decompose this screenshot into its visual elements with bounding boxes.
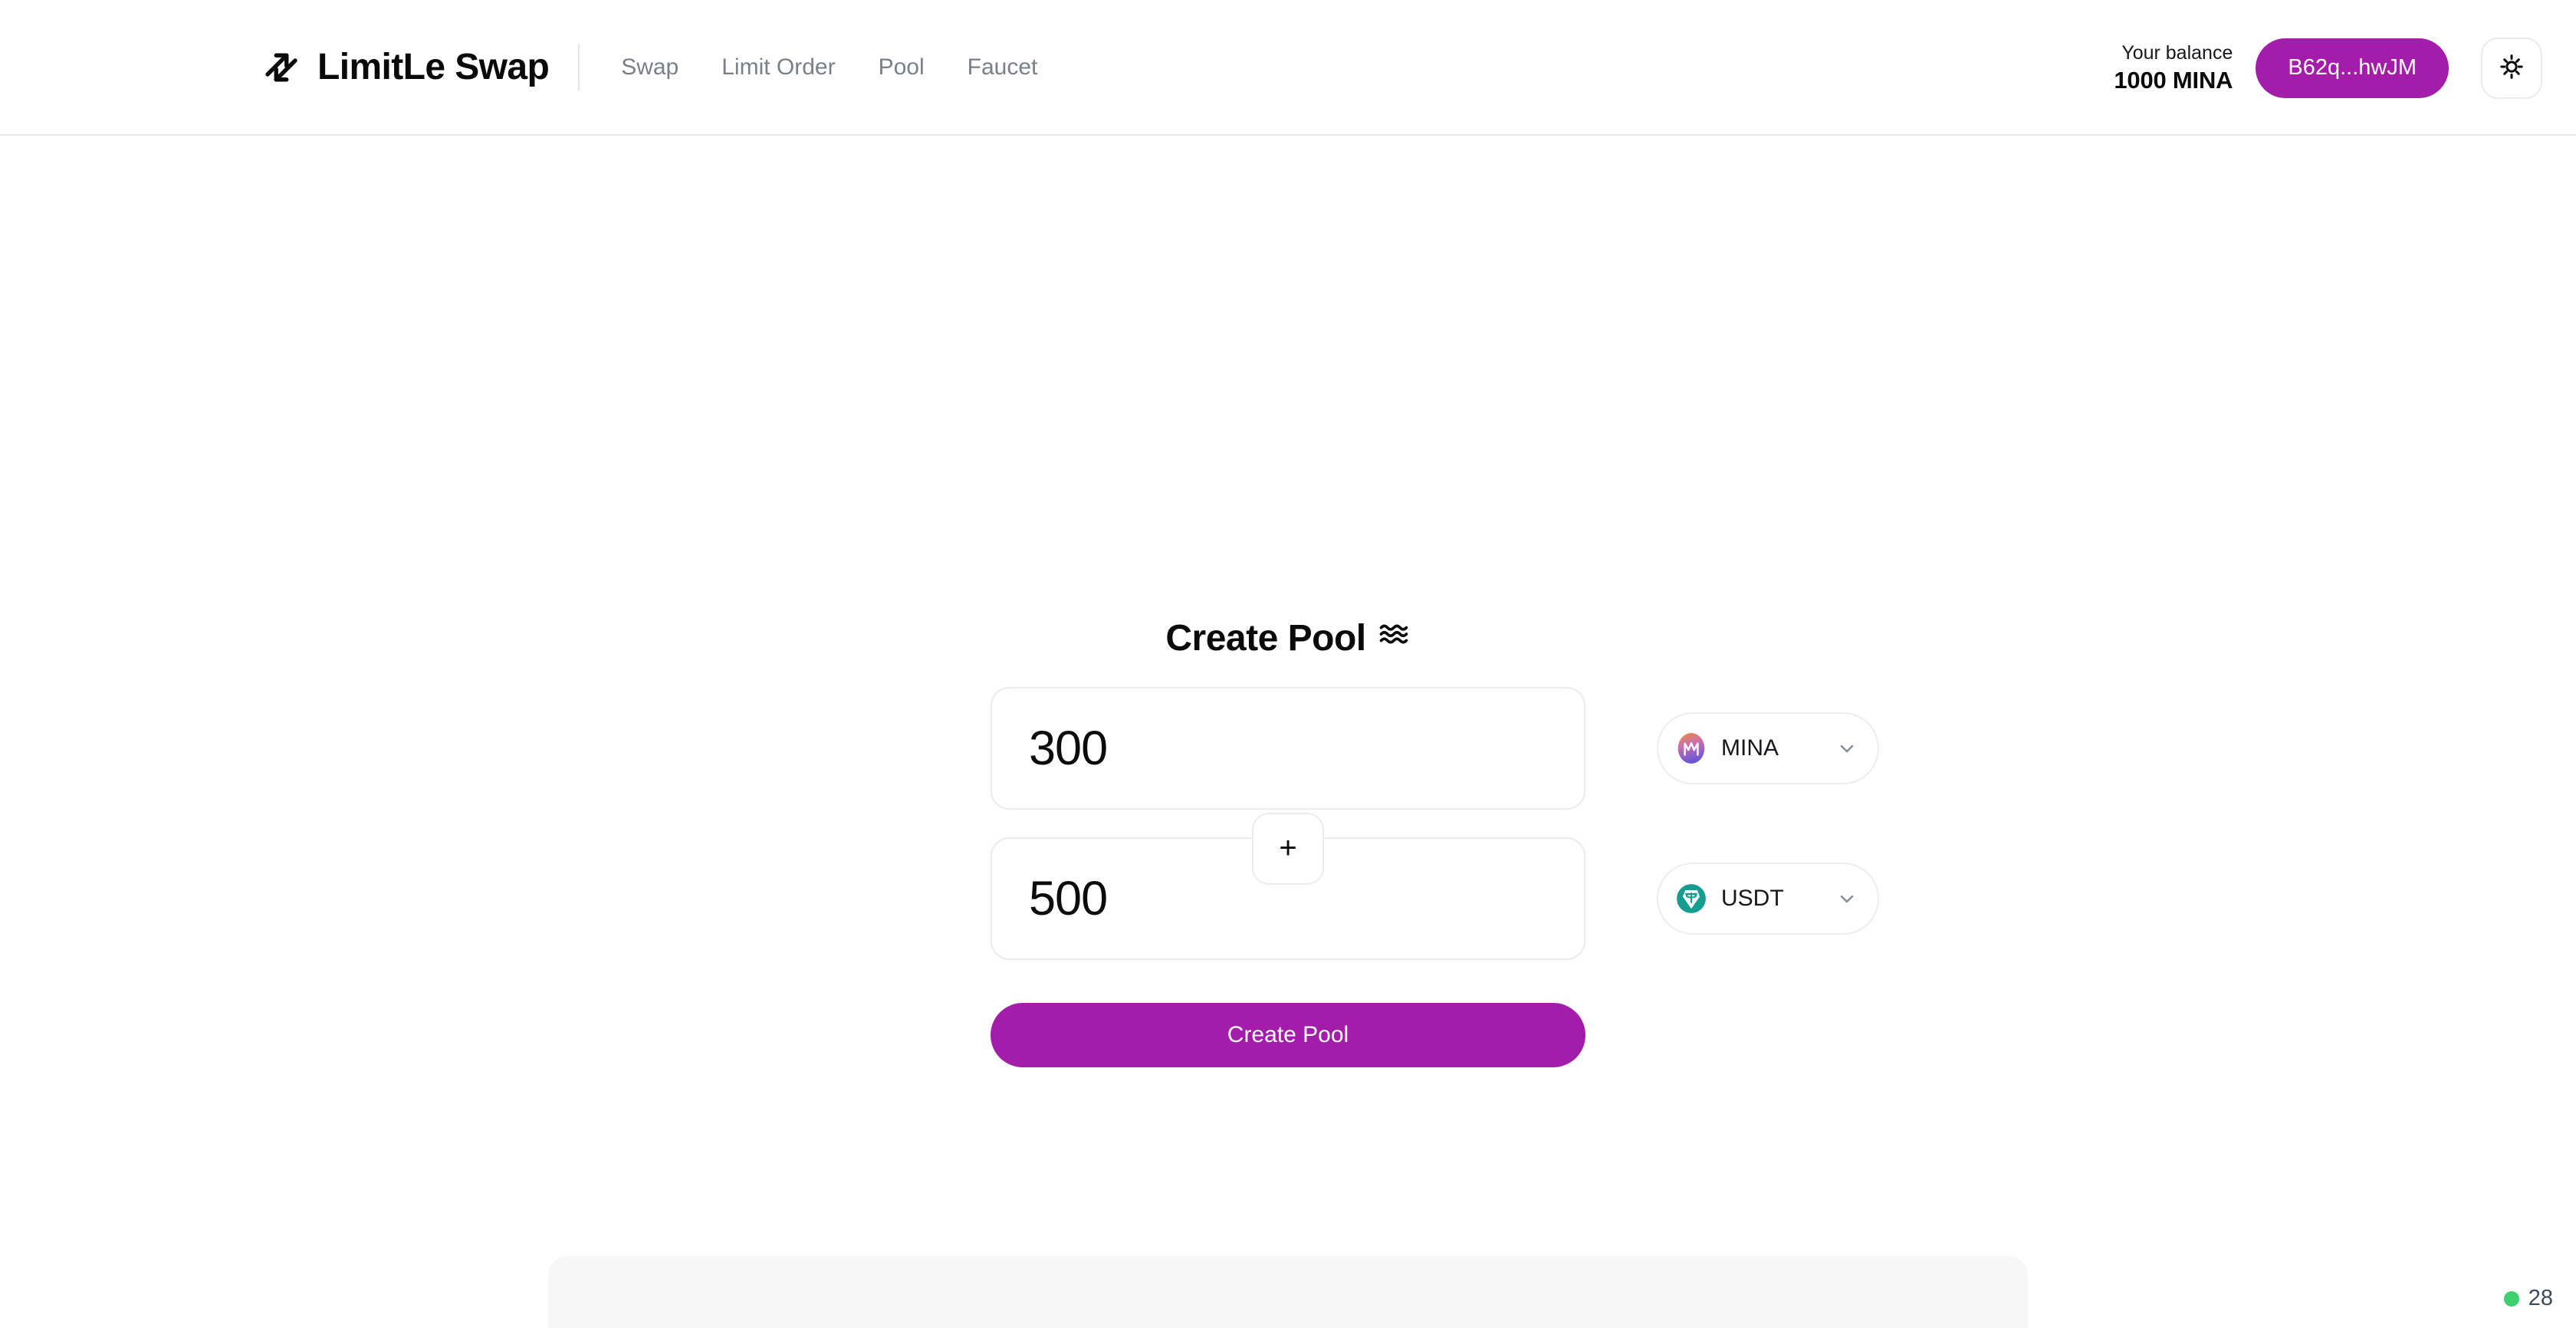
amount-input-1[interactable] [1029, 721, 1657, 776]
token-symbol-1: MINA [1721, 735, 1779, 761]
balance-display: Your balance 1000 MINA [2114, 42, 2233, 94]
plus-icon: + [1279, 830, 1297, 865]
wallet-address-button[interactable]: B62q...hwJM [2256, 38, 2449, 98]
chevron-down-icon [1836, 738, 1858, 759]
status-badge[interactable]: 28 [2503, 1286, 2553, 1311]
nav-link-pool[interactable]: Pool [857, 47, 946, 88]
page-title: Create Pool [991, 617, 1585, 659]
create-pool-button[interactable]: Create Pool [991, 1003, 1585, 1067]
theme-toggle-button[interactable] [2481, 37, 2542, 99]
balance-label: Your balance [2121, 41, 2233, 64]
brand-name: LimitLe Swap [317, 47, 550, 87]
brand[interactable]: LimitLe Swap [261, 46, 550, 88]
app-header: LimitLe Swap Swap Limit Order Pool Fauce… [0, 0, 2576, 136]
sun-icon [2498, 53, 2525, 83]
token-rows: MINA [991, 687, 1879, 960]
header-right: Your balance 1000 MINA B62q...hwJM [2114, 0, 2576, 136]
swap-arrows-icon [261, 47, 302, 88]
token-select-1[interactable]: MINA [1657, 712, 1879, 784]
status-count: 28 [2528, 1286, 2553, 1310]
green-status-dot-icon [2503, 1290, 2519, 1307]
token-row-1: MINA [991, 687, 1879, 810]
bottom-ghost-panel [548, 1256, 2028, 1328]
amount-input-2[interactable] [1029, 871, 1657, 926]
waves-icon [1378, 617, 1411, 659]
header-divider [578, 43, 580, 91]
nav-link-swap[interactable]: Swap [600, 47, 700, 88]
main-content: Create Pool 300 MINA 500 USDT + Create P… [0, 136, 2576, 1328]
main-nav: Swap Limit Order Pool Faucet [600, 47, 1059, 88]
create-pool-card: Create Pool 300 MINA 500 USDT + Create P… [991, 617, 1879, 1067]
nav-link-faucet[interactable]: Faucet [946, 47, 1060, 88]
page-title-text: Create Pool [1165, 618, 1366, 659]
add-token-button[interactable]: + [1252, 813, 1324, 885]
nav-link-limit-order[interactable]: Limit Order [700, 47, 856, 88]
usdt-token-icon [1675, 883, 1707, 915]
token-select-2[interactable]: USDT [1657, 863, 1879, 935]
chevron-down-icon [1836, 888, 1858, 909]
mina-token-icon [1675, 732, 1707, 764]
token-symbol-2: USDT [1721, 886, 1784, 911]
balance-value: 1000 MINA [2114, 66, 2233, 94]
